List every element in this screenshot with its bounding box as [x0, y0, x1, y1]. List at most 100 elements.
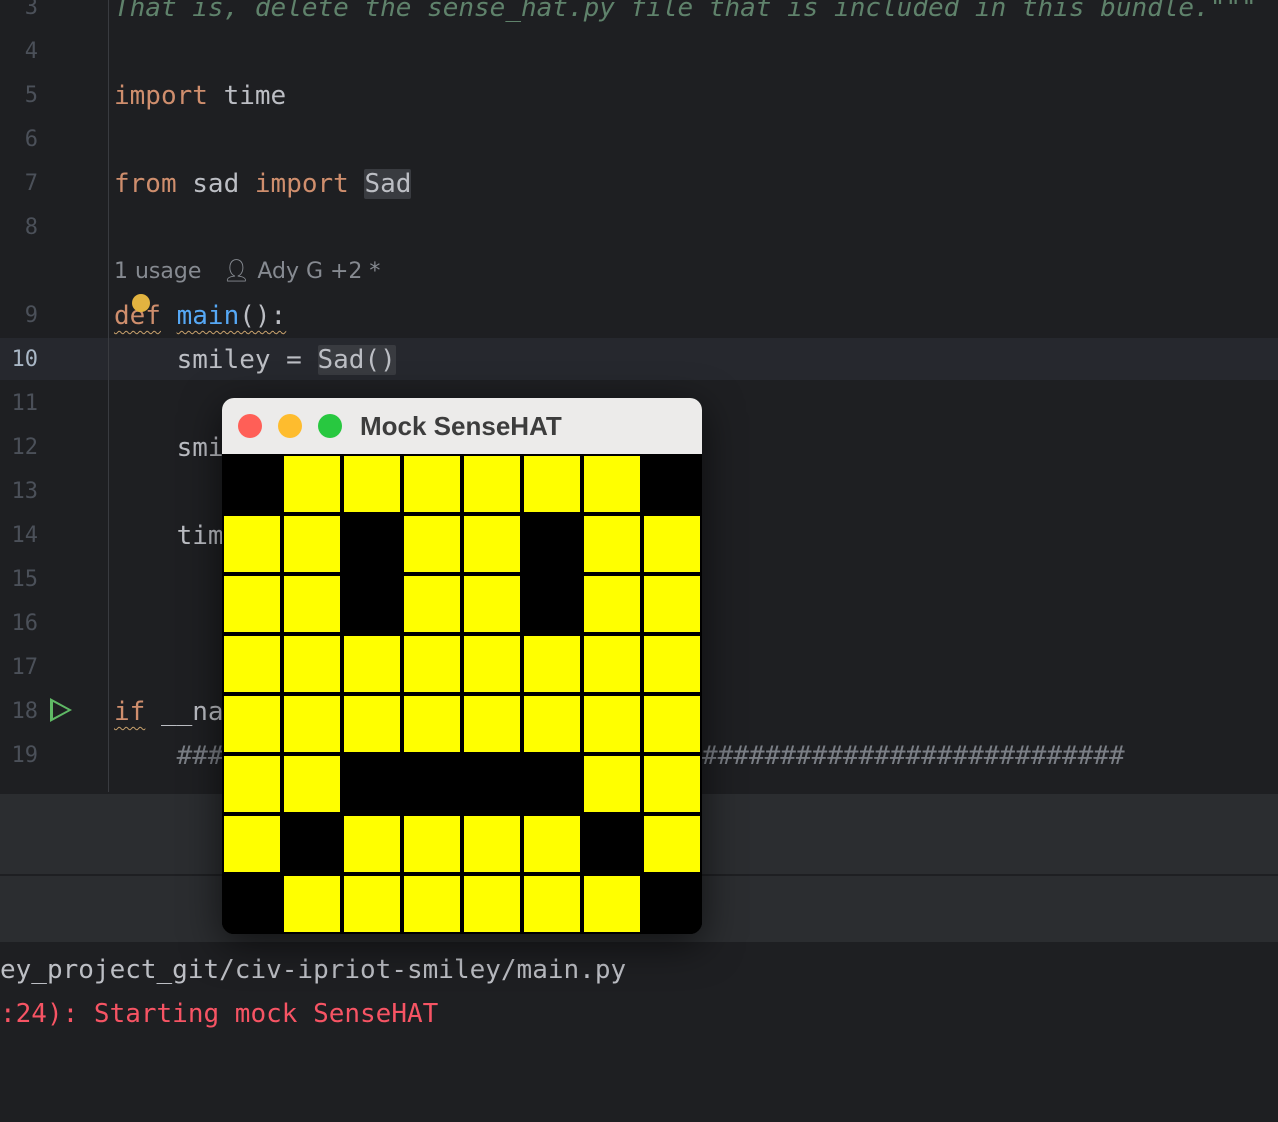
window-title: Mock SenseHAT: [360, 411, 562, 441]
author-hint[interactable]: Ady G +2 *: [257, 259, 380, 284]
keyword-import: import: [114, 81, 208, 111]
led-pixel: [342, 754, 402, 814]
led-pixel: [222, 874, 282, 934]
led-pixel: [462, 874, 522, 934]
function-name: main: [176, 301, 240, 331]
code-text: import time: [114, 74, 286, 118]
line-number: 11: [11, 391, 39, 416]
led-pixel: [462, 574, 522, 634]
code-line-8[interactable]: 8: [0, 206, 1278, 250]
led-pixel: [462, 514, 522, 574]
line-number: 3: [24, 0, 38, 20]
led-pixel: [402, 694, 462, 754]
led-pixel: [642, 634, 702, 694]
console-path-line: ey_project_git/civ-ipriot-smiley/main.py: [0, 955, 627, 985]
line-number: 13: [11, 479, 39, 504]
led-pixel: [522, 514, 582, 574]
person-icon: 👤︎: [222, 259, 251, 284]
led-pixel: [642, 814, 702, 874]
led-pixel: [402, 874, 462, 934]
led-pixel: [522, 454, 582, 514]
led-pixel: [582, 634, 642, 694]
led-pixel: [642, 694, 702, 754]
run-console[interactable]: ey_project_git/civ-ipriot-smiley/main.py…: [0, 944, 1278, 1122]
code-text: smi: [114, 433, 224, 463]
line-number: 6: [24, 127, 38, 152]
led-pixel: [402, 454, 462, 514]
console-log-line: :24): Starting mock SenseHAT: [0, 999, 439, 1029]
punctuation: ():: [239, 301, 287, 331]
led-pixel: [222, 514, 282, 574]
led-pixel: [642, 514, 702, 574]
module-name: sad: [176, 169, 255, 199]
line-number: 17: [11, 655, 39, 680]
zoom-button[interactable]: [318, 414, 342, 438]
led-pixel: [342, 514, 402, 574]
led-pixel: [522, 574, 582, 634]
assignment: smiley =: [114, 345, 318, 375]
led-pixel: [462, 454, 522, 514]
run-icon[interactable]: [50, 698, 72, 722]
led-pixel: [582, 874, 642, 934]
led-pixel: [402, 514, 462, 574]
mock-sensehat-window[interactable]: Mock SenseHAT: [222, 398, 702, 934]
led-pixel: [222, 814, 282, 874]
line-number: 8: [24, 215, 38, 240]
led-pixel: [522, 814, 582, 874]
led-pixel: [522, 634, 582, 694]
led-pixel: [282, 454, 342, 514]
docstring-text: That is, delete the sense_hat.py file th…: [114, 0, 1257, 23]
line-number: 5: [24, 83, 38, 108]
led-matrix: [222, 454, 702, 934]
led-pixel: [222, 694, 282, 754]
led-pixel: [462, 694, 522, 754]
led-pixel: [222, 754, 282, 814]
code-line-6[interactable]: 6: [0, 118, 1278, 162]
led-pixel: [462, 814, 522, 874]
code-text: smiley = Sad(): [114, 338, 396, 382]
line-number: 10: [11, 347, 39, 372]
line-number: 19: [11, 743, 39, 768]
code-text: from sad import Sad: [114, 162, 412, 206]
led-pixel: [642, 874, 702, 934]
led-pixel: [342, 874, 402, 934]
comment-text: ###########################: [702, 741, 1125, 771]
inlay-hint[interactable]: 1 usage 👤︎ Ady G +2 *: [114, 250, 380, 294]
code-line-5[interactable]: 5 import time: [0, 74, 1278, 118]
code-line-10[interactable]: 10 smiley = Sad(): [0, 338, 1278, 382]
minimize-button[interactable]: [278, 414, 302, 438]
led-pixel: [522, 754, 582, 814]
led-pixel: [462, 634, 522, 694]
led-pixel: [282, 694, 342, 754]
module-name: time: [207, 81, 287, 111]
led-pixel: [402, 814, 462, 874]
lightbulb-icon[interactable]: [132, 294, 150, 312]
class-name-highlight[interactable]: Sad: [364, 169, 412, 199]
line-number: 7: [24, 171, 38, 196]
led-pixel: [222, 454, 282, 514]
close-button[interactable]: [238, 414, 262, 438]
led-pixel: [522, 874, 582, 934]
keyword-import: import: [254, 169, 349, 199]
code-line-4[interactable]: 4: [0, 30, 1278, 74]
line-number: 9: [24, 303, 38, 328]
constructor-call-highlight: Sad(): [317, 345, 396, 375]
usage-count[interactable]: 1 usage: [114, 259, 201, 284]
code-line-7[interactable]: 7 from sad import Sad: [0, 162, 1278, 206]
code-text: if __na: [114, 690, 224, 734]
condition-text: __na: [145, 697, 224, 727]
led-pixel: [582, 514, 642, 574]
line-number: 4: [24, 39, 38, 64]
led-pixel: [282, 874, 342, 934]
line-number: 15: [11, 567, 39, 592]
led-pixel: [642, 754, 702, 814]
line-number: 14: [11, 523, 39, 548]
code-line-3[interactable]: 3 That is, delete the sense_hat.py file …: [0, 0, 1278, 30]
led-pixel: [582, 454, 642, 514]
code-text: tim: [114, 521, 224, 551]
code-line-9[interactable]: 9 def main():: [0, 294, 1278, 338]
window-titlebar[interactable]: Mock SenseHAT: [222, 398, 702, 454]
led-pixel: [642, 454, 702, 514]
led-pixel: [342, 634, 402, 694]
led-pixel: [462, 754, 522, 814]
